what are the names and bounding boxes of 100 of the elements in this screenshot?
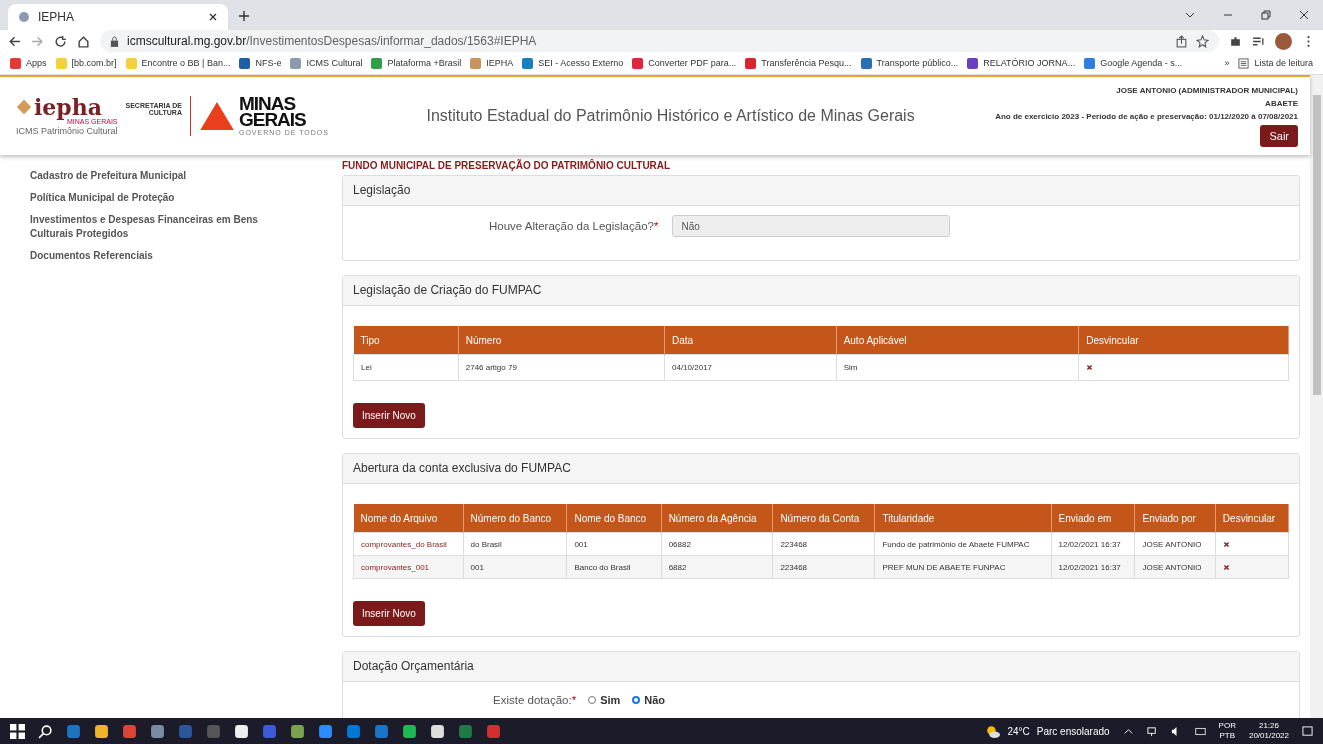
state-logo-text: MINAS	[238, 95, 296, 112]
sidebar-link[interactable]: Política Municipal de Proteção	[30, 191, 300, 205]
windows-start-icon[interactable]	[10, 723, 25, 739]
bookmark[interactable]: NFS-e	[239, 57, 282, 69]
bookmark[interactable]: ICMS Cultural	[290, 57, 363, 69]
clock-time[interactable]: 21:26	[1258, 721, 1279, 731]
weather-text: Parc ensolarado	[1036, 725, 1110, 737]
search-icon[interactable]	[38, 723, 53, 739]
lock-icon	[110, 35, 119, 47]
bookmark[interactable]: Google Agenda - s...	[1084, 57, 1183, 69]
insert-new-button[interactable]: Inserir Novo	[353, 601, 425, 626]
clock-date[interactable]: 20/01/2022	[1248, 731, 1289, 741]
bookmark[interactable]: [bb.com.br]	[55, 57, 117, 69]
delete-icon[interactable]	[1222, 540, 1230, 548]
sidebar-link[interactable]: Cadastro de Prefeitura Municipal	[30, 169, 300, 183]
radio-option[interactable]: Sim	[588, 694, 621, 706]
period-text: Ano de exercicio 2023 - Período de ação e preservação: 01/12/2020 à 07/08/2021	[995, 111, 1298, 121]
restore-icon[interactable]	[1260, 9, 1272, 21]
taskbar-app-icon[interactable]	[402, 723, 417, 739]
user-name: JOSE ANTONIO (ADMINISTRADOR MUNICIPAL)	[1116, 85, 1298, 95]
network-icon[interactable]	[1146, 725, 1158, 737]
address-field[interactable]: icmscultural.mg.gov.br/InvestimentosDespesas/informar_dados/1563#IEPHA	[100, 30, 1219, 52]
weather-sun-icon	[985, 723, 1001, 739]
table-cell: 04/10/2017	[664, 354, 837, 381]
language-text[interactable]: PTB	[1219, 731, 1236, 741]
city-name: ABAETE	[1265, 98, 1298, 108]
logo-text: iepha	[34, 96, 102, 118]
close-icon[interactable]	[1298, 9, 1310, 21]
scrollbar[interactable]	[1310, 75, 1323, 718]
state-logo-text: GERAIS	[238, 111, 307, 128]
bookmark[interactable]: RELATÓRIO JORNA...	[967, 57, 1076, 69]
radio-button[interactable]	[632, 696, 641, 704]
close-icon[interactable]	[208, 12, 218, 22]
column-header: Titularidade	[874, 504, 1051, 533]
delete-icon[interactable]	[1086, 364, 1094, 371]
panel-heading: Legislação de Criação do FUMPAC	[343, 276, 1299, 306]
column-header: Nome do Arquivo	[353, 504, 464, 533]
sidebar-link[interactable]: Investimentos e Despesas Financeiras em Bens Culturais Protegidos	[30, 213, 300, 241]
table-cell: Banco do Brasil	[574, 562, 631, 572]
radio-option[interactable]: Não	[632, 694, 666, 706]
field-label: Existe dotação:*	[493, 694, 577, 706]
back-icon[interactable]	[8, 34, 21, 48]
bookmark[interactable]: Transferência Pesqu...	[745, 57, 852, 69]
language-text[interactable]: POR	[1218, 721, 1236, 731]
bookmark[interactable]: Converter PDF para...	[632, 57, 737, 69]
table-cell: 223468	[780, 562, 808, 572]
triangle-logo-icon	[198, 101, 235, 131]
table-cell: Sim	[836, 354, 1079, 381]
bookmark[interactable]: IEPHA	[470, 57, 514, 69]
logout-button[interactable]: Sair	[1260, 124, 1298, 147]
column-header: Auto Aplicável	[836, 326, 1079, 355]
legislation-field[interactable]: Não	[672, 215, 951, 237]
list-icon	[1238, 57, 1250, 69]
insert-new-button[interactable]: Inserir Novo	[353, 403, 425, 428]
column-header: Número da Agência	[661, 504, 773, 533]
taskbar-app-icon[interactable]	[290, 723, 305, 739]
bookmark[interactable]: SEI - Acesso Externo	[522, 57, 624, 69]
section-title: FUNDO MUNICIPAL DE PRESERVAÇÃO DO PATRIMÔNIO CULTURAL	[342, 160, 672, 171]
table-cell: 12/02/2021 16:37	[1058, 539, 1121, 549]
delete-icon[interactable]	[1222, 563, 1230, 571]
bookmark[interactable]: Transporte público...	[860, 57, 959, 69]
sidebar-link[interactable]: Documentos Referenciais	[30, 249, 300, 263]
panel-heading: Legislação	[343, 176, 1299, 206]
column-header: Nome do Banco	[566, 504, 662, 533]
field-label: Houve Alteração da Legislação?*	[489, 220, 659, 232]
taskbar-app-icon[interactable]	[94, 723, 109, 739]
column-header: Desvincular	[1078, 326, 1289, 355]
table-cell: 223468	[780, 539, 808, 549]
avatar-icon[interactable]	[1275, 32, 1292, 50]
reload-icon[interactable]	[54, 34, 67, 48]
column-header: Enviado por	[1134, 504, 1216, 533]
logo-caption: ICMS Patrimônio Cultural	[16, 126, 118, 136]
bookmark[interactable]: Encontre o BB | Ban...	[125, 57, 231, 69]
bookmark[interactable]: Plataforma +Brasil	[371, 57, 462, 69]
home-icon[interactable]	[77, 34, 90, 48]
table-cell: Lei	[353, 354, 459, 381]
panel-heading: Abertura da conta exclusiva do FUMPAC	[343, 454, 1299, 484]
more-bookmarks-button[interactable]: »	[1224, 58, 1230, 68]
table-cell: JOSE ANTONIO	[1142, 539, 1202, 549]
column-header: Número	[458, 326, 665, 355]
browser-tab[interactable]: IEPHA	[8, 4, 228, 30]
new-tab-icon[interactable]	[238, 10, 250, 22]
site-title: Instituto Estadual do Patrimônio Histórico e Artístico de Minas Gerais	[425, 107, 916, 125]
column-header: Enviado em	[1051, 504, 1135, 533]
reading-list-button[interactable]: Lista de leitura	[1238, 57, 1313, 69]
table-cell: 001	[470, 562, 484, 572]
column-header: Data	[664, 326, 837, 355]
share-icon[interactable]	[1175, 34, 1188, 48]
table-cell: JOSE ANTONIO	[1142, 562, 1202, 572]
taskbar-app-icon[interactable]	[234, 723, 249, 739]
column-header: Número do Banco	[463, 504, 567, 533]
table-cell: do Brasil	[470, 539, 502, 549]
table-cell: 6882	[668, 562, 687, 572]
column-header: Desvincular	[1215, 504, 1289, 533]
table-cell: PREF MUN DE ABAETE FUNPAC	[882, 562, 1006, 572]
table-cell: Fundo de patrimônio de Abaeté FUMPAC	[882, 539, 1030, 549]
star-icon[interactable]	[1196, 34, 1209, 48]
column-header: Tipo	[353, 326, 459, 355]
taskbar-app-icon[interactable]	[430, 723, 445, 739]
bookmark[interactable]: Apps	[10, 57, 47, 69]
